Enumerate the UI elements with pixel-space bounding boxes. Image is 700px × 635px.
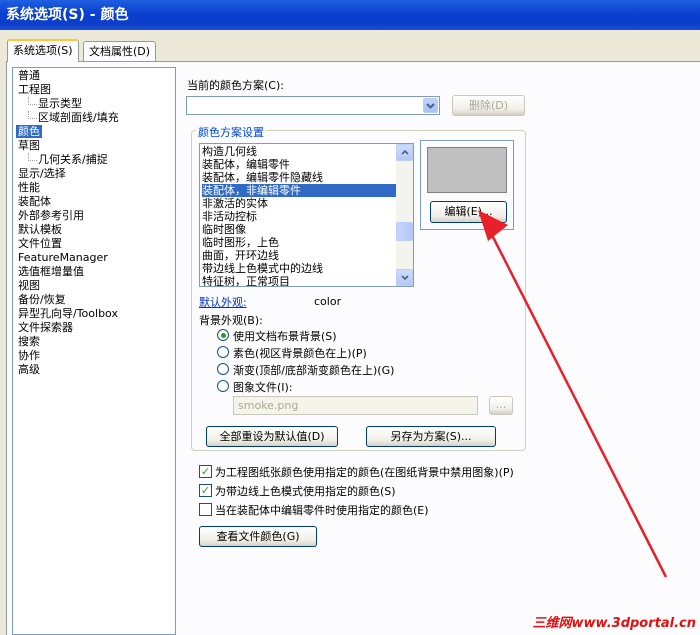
reset-defaults-button[interactable]: 全部重设为默认值(D) (206, 426, 338, 447)
background-appearance-label: 背景外观(B): (199, 314, 263, 327)
tree-connector-line (28, 111, 37, 119)
tree-item[interactable]: 显示类型 (28, 97, 82, 110)
default-appearance-link[interactable]: 默认外观: (199, 294, 247, 310)
list-item[interactable]: 曲面，开环边线 (202, 249, 396, 262)
annotation-arrow-line (490, 234, 668, 578)
background-option-radio[interactable] (217, 380, 229, 392)
tree-item[interactable]: 工程图 (18, 83, 51, 96)
list-item[interactable]: 构造几何线 (202, 145, 396, 158)
list-item[interactable]: 装配体，非编辑零件 (202, 184, 396, 197)
tree-item[interactable]: 文件探索器 (18, 321, 73, 334)
color-items-list[interactable]: 构造几何线 装配体，编辑零件 装配体，编辑零件隐藏线 装配体，非编辑零件 非激活的实体非… (199, 143, 414, 287)
tree-item[interactable]: 协作 (18, 349, 40, 362)
background-option-label[interactable]: 渐变(顶部/底部渐变颜色在上)(G) (233, 362, 394, 378)
tree-item[interactable]: 区域剖面线/填充 (28, 111, 119, 124)
tree-item[interactable]: 普通 (18, 69, 40, 82)
tree-item[interactable]: 草图 (18, 139, 40, 152)
background-option-radio[interactable] (217, 329, 229, 341)
tree-item[interactable]: 视图 (18, 279, 40, 292)
option-checkbox-label[interactable]: 为工程图纸张颜色使用指定的颜色(在图纸背景中禁用图象)(P) (215, 464, 514, 480)
tree-item[interactable]: 异型孔向导/Toolbox (18, 307, 118, 320)
option-checkbox-label[interactable]: 为带边线上色模式使用指定的颜色(S) (215, 483, 396, 499)
tree-item[interactable]: FeatureManager (18, 251, 108, 264)
list-item[interactable]: 非活动控标 (202, 210, 396, 223)
tab-system-options[interactable]: 系统选项(S) (7, 39, 79, 62)
tree-connector-line (28, 153, 37, 161)
background-option-radio[interactable] (217, 346, 229, 358)
tree-item[interactable]: 装配体 (18, 195, 51, 208)
tree-item[interactable]: 显示/选择 (18, 167, 66, 180)
annotation-arrow (478, 210, 668, 578)
list-item[interactable]: 带边线上色模式中的边线 (202, 262, 396, 275)
tree-item[interactable]: 选值框增量值 (18, 265, 84, 278)
tree-item[interactable]: 颜色 (16, 125, 42, 138)
list-item[interactable]: 临时图像 (202, 223, 396, 236)
list-scrollbar[interactable] (396, 144, 413, 286)
background-option-label[interactable]: 图象文件(I): (233, 379, 293, 395)
tree-connector-line (28, 97, 37, 105)
scroll-thumb[interactable] (396, 222, 413, 241)
list-item[interactable]: 临时图形，上色 (202, 236, 396, 249)
tree-item[interactable]: 文件位置 (18, 237, 62, 250)
option-checkbox[interactable] (199, 503, 212, 516)
list-item[interactable]: 装配体，编辑零件 (202, 158, 396, 171)
color-scheme-dropdown[interactable] (186, 96, 440, 115)
list-item[interactable]: 非激活的实体 (202, 197, 396, 210)
options-tree[interactable]: 普通 工程图 显示类型 区域剖面线/填充 颜色 草图 几何关系/捕捉 显示/选择 性能 装配体 外部… (12, 67, 176, 635)
color-scheme-settings-title: 颜色方案设置 (196, 124, 266, 140)
background-option-label[interactable]: 素色(视区背景颜色在上)(P) (233, 345, 367, 361)
option-checkbox-label[interactable]: 当在装配体中编辑零件时使用指定的颜色(E) (215, 502, 429, 518)
background-option-radio[interactable] (217, 363, 229, 375)
tree-item[interactable]: 搜索 (18, 335, 40, 348)
option-checkbox[interactable]: ✓ (199, 465, 212, 478)
watermark-text: 三维网www.3dportal.cn (532, 616, 696, 631)
default-appearance-value: color (314, 295, 342, 308)
tree-item[interactable]: 高级 (18, 363, 40, 376)
chevron-down-icon[interactable] (423, 98, 438, 113)
list-item[interactable]: 装配体，编辑零件隐藏线 (202, 171, 396, 184)
tab-document-properties[interactable]: 文档属性(D) (83, 41, 157, 61)
tree-item[interactable]: 备份/恢复 (18, 293, 66, 306)
scroll-up-icon[interactable] (396, 144, 413, 161)
option-checkbox[interactable]: ✓ (199, 484, 212, 497)
view-document-colors-button[interactable]: 查看文件颜色(G) (199, 526, 317, 547)
window-title-bar[interactable]: 系统选项(S) - 颜色 (0, 0, 700, 30)
annotation-arrow-head (478, 210, 508, 241)
scheme-label: 当前的颜色方案(C): (187, 79, 284, 92)
tree-item[interactable]: 几何关系/捕捉 (28, 153, 108, 166)
tree-item[interactable]: 性能 (18, 181, 40, 194)
image-file-field[interactable]: smoke.png (233, 396, 478, 415)
background-option-label[interactable]: 使用文档布景背景(S) (233, 328, 337, 344)
scroll-down-icon[interactable] (396, 269, 413, 286)
tree-item[interactable]: 外部参考引用 (18, 209, 84, 222)
window-title: 系统选项(S) - 颜色 (6, 7, 129, 23)
color-preview-swatch (427, 147, 507, 193)
list-item[interactable]: 特征树，正常项目 (202, 275, 396, 286)
tree-item[interactable]: 默认模板 (18, 223, 62, 236)
delete-button[interactable]: 删除(D) (452, 95, 525, 116)
